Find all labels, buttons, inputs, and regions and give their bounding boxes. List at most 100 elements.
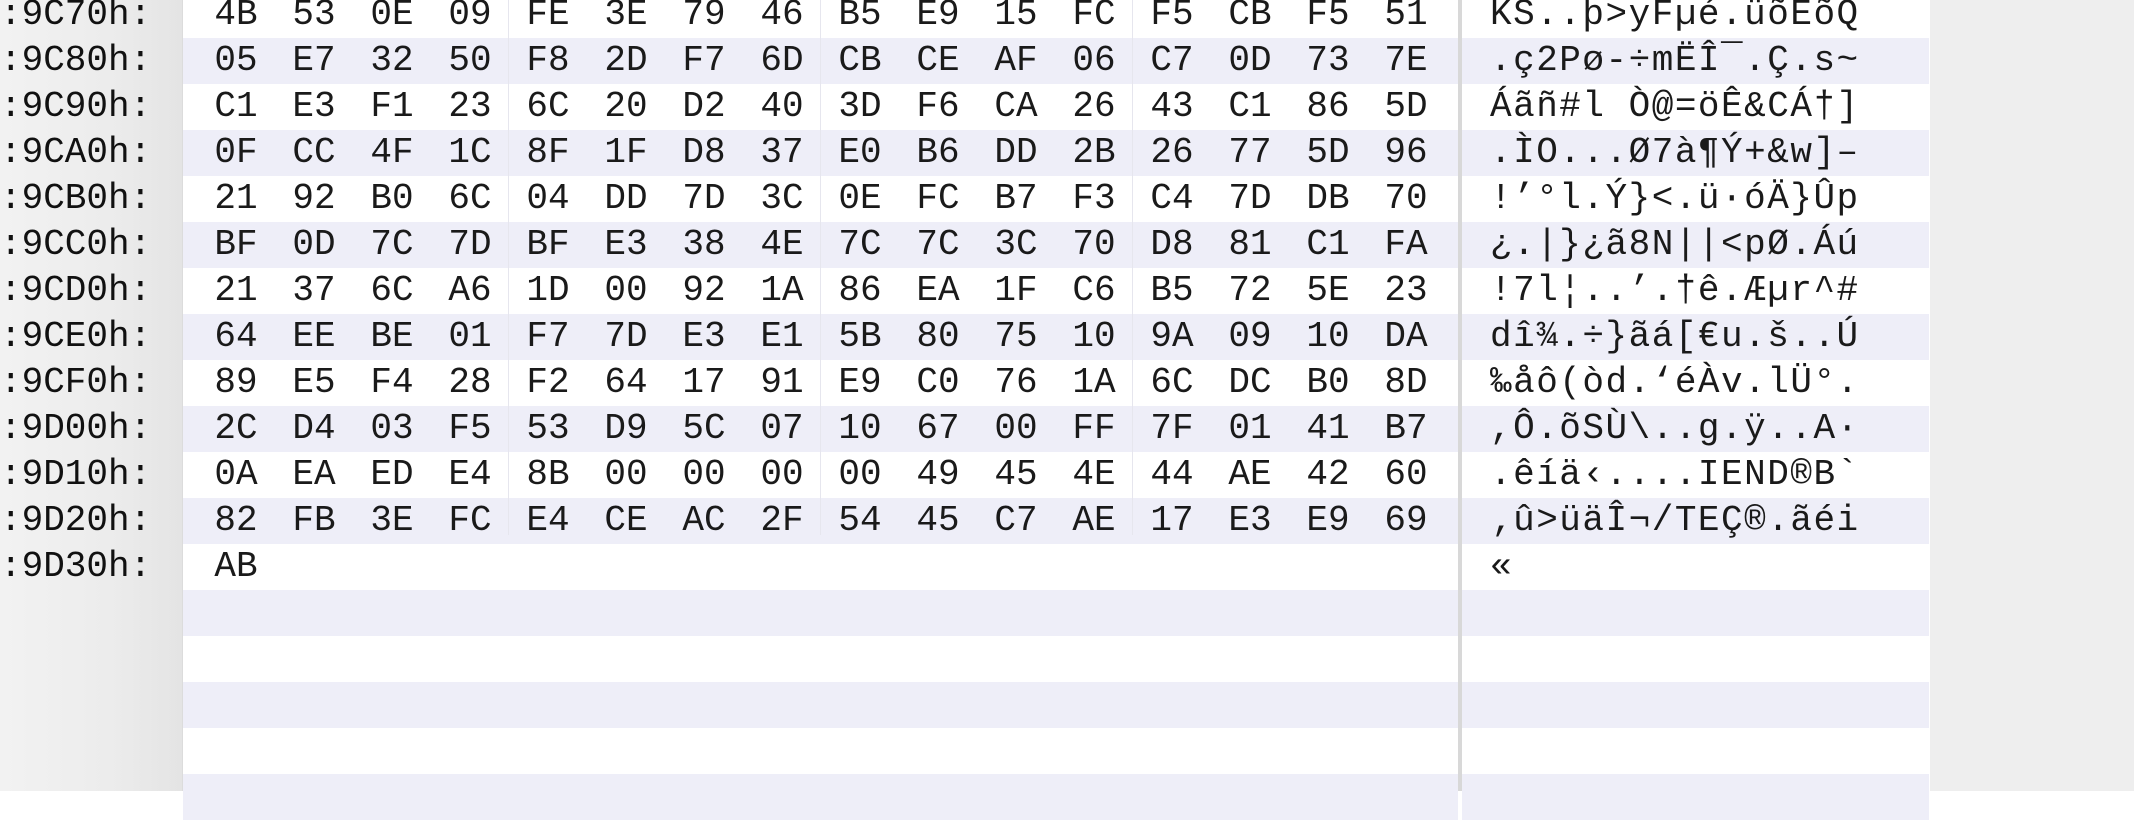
hex-byte[interactable]: 49: [908, 452, 968, 498]
hex-byte[interactable]: 0E: [362, 0, 422, 38]
row-ascii[interactable]: !’°l.Ý}<.ü·óÄ}Ûp: [1490, 176, 1930, 222]
hex-byte[interactable]: D4: [284, 406, 344, 452]
hex-byte[interactable]: 64: [206, 314, 266, 360]
hex-byte[interactable]: E4: [518, 498, 578, 544]
hex-row[interactable]: :9C90h: C1 E3 F1 23 6C 20 D2 40 3D F6 CA 26 43 C1 86 5D Á…: [0, 84, 1930, 130]
hex-byte[interactable]: 1F: [596, 130, 656, 176]
hex-byte[interactable]: FC: [908, 176, 968, 222]
hex-row[interactable]: :9CC0h: BF 0D 7C 7D BF E3 38 4E 7C 7C 3C 70 D8 81 C1 FA ¿…: [0, 222, 1930, 268]
hex-byte[interactable]: CE: [596, 498, 656, 544]
hex-byte[interactable]: 92: [674, 268, 734, 314]
hex-byte[interactable]: 6C: [1142, 360, 1202, 406]
hex-byte[interactable]: DC: [1220, 360, 1280, 406]
hex-byte[interactable]: 79: [674, 0, 734, 38]
hex-byte[interactable]: AC: [674, 498, 734, 544]
hex-byte[interactable]: 44: [1142, 452, 1202, 498]
hex-byte[interactable]: E5: [284, 360, 344, 406]
hex-byte[interactable]: C7: [1142, 38, 1202, 84]
hex-byte[interactable]: C6: [1064, 268, 1124, 314]
hex-byte[interactable]: 00: [830, 452, 890, 498]
hex-row[interactable]: :9D20h: 82 FB 3E FC E4 CE AC 2F 54 45 C7 AE 17 E3 E9 69 ‚…: [0, 498, 1930, 544]
hex-byte[interactable]: F5: [440, 406, 500, 452]
row-ascii[interactable]: ,Ô.õSÙ\..g.ÿ..A·: [1490, 406, 1930, 452]
hex-byte[interactable]: 17: [674, 360, 734, 406]
hex-byte[interactable]: B0: [1298, 360, 1358, 406]
hex-byte[interactable]: 81: [1220, 222, 1280, 268]
hex-byte[interactable]: F1: [362, 84, 422, 130]
hex-byte[interactable]: 15: [986, 0, 1046, 38]
hex-row[interactable]: :9CD0h: 21 37 6C A6 1D 00 92 1A 86 EA 1F C6 B5 72 5E 23!…: [0, 268, 1930, 314]
hex-byte[interactable]: 38: [674, 222, 734, 268]
hex-row[interactable]: :9D30h: AB «: [0, 544, 1930, 590]
hex-byte[interactable]: 51: [1376, 0, 1436, 38]
hex-byte[interactable]: 45: [908, 498, 968, 544]
hex-byte[interactable]: 7D: [674, 176, 734, 222]
hex-byte[interactable]: 46: [752, 0, 812, 38]
hex-byte[interactable]: 20: [596, 84, 656, 130]
hex-byte[interactable]: 6C: [362, 268, 422, 314]
hex-byte[interactable]: 86: [830, 268, 890, 314]
hex-byte[interactable]: 5D: [1298, 130, 1358, 176]
hex-byte[interactable]: BE: [362, 314, 422, 360]
hex-byte[interactable]: E9: [1298, 498, 1358, 544]
hex-byte[interactable]: 7E: [1376, 38, 1436, 84]
hex-byte[interactable]: 7C: [362, 222, 422, 268]
hex-byte[interactable]: 1A: [752, 268, 812, 314]
hex-byte[interactable]: D2: [674, 84, 734, 130]
hex-byte[interactable]: AE: [1064, 498, 1124, 544]
hex-byte[interactable]: 5E: [1298, 268, 1358, 314]
hex-byte[interactable]: 42: [1298, 452, 1358, 498]
row-ascii[interactable]: .ç2Pø-÷mËÎ¯.Ç.s~: [1490, 38, 1930, 84]
hex-row[interactable]: :9CE0h: 64 EE BE 01 F7 7D E3 E1 5B 80 75 10 9A 09 10 DA d…: [0, 314, 1930, 360]
hex-byte[interactable]: A6: [440, 268, 500, 314]
hex-byte[interactable]: 2F: [752, 498, 812, 544]
hex-byte[interactable]: 01: [440, 314, 500, 360]
hex-byte[interactable]: FB: [284, 498, 344, 544]
hex-byte[interactable]: 10: [1298, 314, 1358, 360]
hex-byte[interactable]: 21: [206, 268, 266, 314]
hex-byte[interactable]: FC: [1064, 0, 1124, 38]
hex-byte[interactable]: D8: [1142, 222, 1202, 268]
hex-byte[interactable]: F3: [1064, 176, 1124, 222]
hex-byte[interactable]: 00: [752, 452, 812, 498]
hex-byte[interactable]: 73: [1298, 38, 1358, 84]
hex-byte[interactable]: 7D: [440, 222, 500, 268]
row-ascii[interactable]: ‚û>üäÎ¬/TEÇ®.ãéi: [1490, 498, 1930, 544]
hex-byte[interactable]: AB: [206, 544, 266, 590]
hex-byte[interactable]: 8D: [1376, 360, 1436, 406]
hex-byte[interactable]: 3D: [830, 84, 890, 130]
hex-byte[interactable]: 82: [206, 498, 266, 544]
hex-byte[interactable]: 80: [908, 314, 968, 360]
hex-byte[interactable]: E0: [830, 130, 890, 176]
hex-byte[interactable]: 26: [1064, 84, 1124, 130]
hex-byte[interactable]: 37: [752, 130, 812, 176]
hex-byte[interactable]: F7: [518, 314, 578, 360]
hex-byte[interactable]: 40: [752, 84, 812, 130]
row-ascii[interactable]: !7l¦..’.†ê.Æµr^#: [1490, 268, 1930, 314]
hex-byte[interactable]: 3C: [986, 222, 1046, 268]
hex-byte[interactable]: F4: [362, 360, 422, 406]
hex-byte[interactable]: F6: [908, 84, 968, 130]
hex-byte[interactable]: 28: [440, 360, 500, 406]
hex-byte[interactable]: 54: [830, 498, 890, 544]
row-ascii[interactable]: ‰åô(òd.‘éÀv.lÜ°.: [1490, 360, 1930, 406]
hex-byte[interactable]: 91: [752, 360, 812, 406]
hex-byte[interactable]: 0A: [206, 452, 266, 498]
hex-byte[interactable]: E3: [284, 84, 344, 130]
hex-byte[interactable]: DD: [986, 130, 1046, 176]
hex-byte[interactable]: B7: [986, 176, 1046, 222]
hex-byte[interactable]: 3E: [596, 0, 656, 38]
hex-byte[interactable]: F7: [674, 38, 734, 84]
hex-byte[interactable]: 1A: [1064, 360, 1124, 406]
hex-byte[interactable]: 37: [284, 268, 344, 314]
hex-byte[interactable]: 3C: [752, 176, 812, 222]
hex-byte[interactable]: DB: [1298, 176, 1358, 222]
hex-byte[interactable]: 23: [1376, 268, 1436, 314]
hex-byte[interactable]: 7D: [596, 314, 656, 360]
hex-byte[interactable]: 5B: [830, 314, 890, 360]
hex-byte[interactable]: 7C: [830, 222, 890, 268]
hex-byte[interactable]: EA: [284, 452, 344, 498]
hex-byte[interactable]: 53: [284, 0, 344, 38]
hex-byte[interactable]: E3: [1220, 498, 1280, 544]
hex-byte[interactable]: E9: [908, 0, 968, 38]
